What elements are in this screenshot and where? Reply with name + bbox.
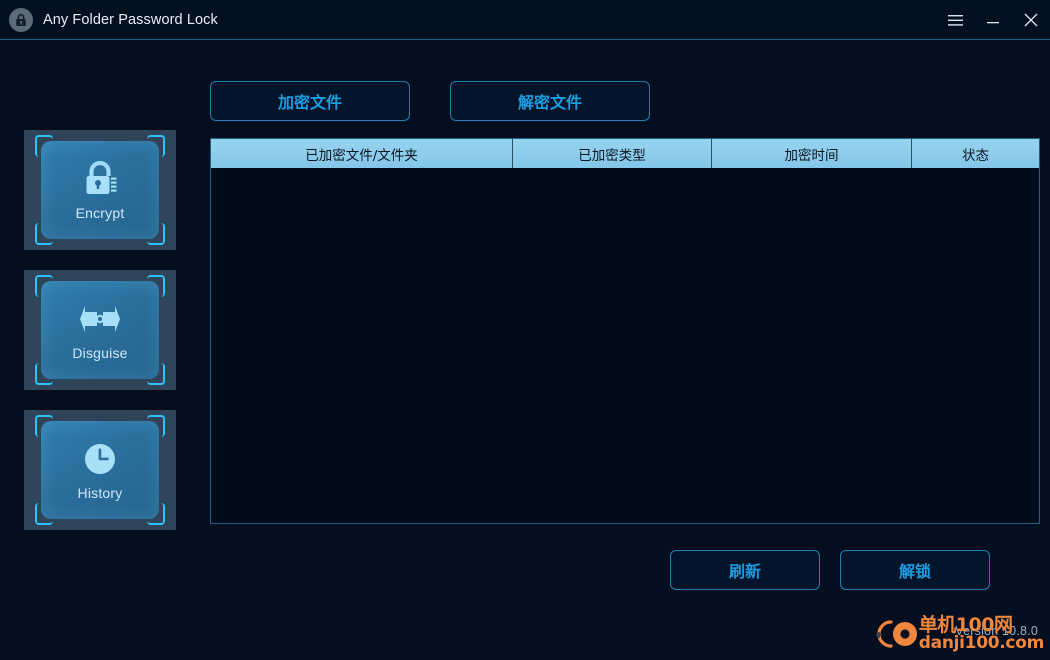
minimize-button[interactable] <box>974 0 1012 40</box>
corner-bracket-icon <box>35 415 53 437</box>
tab-decrypt-file[interactable]: 解密文件 <box>450 81 650 121</box>
corner-bracket-icon <box>147 363 165 385</box>
corner-bracket-icon <box>35 275 53 297</box>
corner-bracket-icon <box>35 135 53 157</box>
app-window: Any Folder Password Lock Encrypt Disguis… <box>0 0 1050 660</box>
sidebar-item-disguise[interactable]: Disguise <box>24 270 176 390</box>
refresh-button[interactable]: 刷新 <box>670 550 820 590</box>
corner-bracket-icon <box>147 275 165 297</box>
close-button[interactable] <box>1012 0 1050 40</box>
unlock-button[interactable]: 解锁 <box>840 550 990 590</box>
danji100-logo-icon <box>865 612 923 656</box>
window-controls <box>936 0 1050 40</box>
title-bar: Any Folder Password Lock <box>0 0 1050 40</box>
padlock-icon <box>83 159 117 199</box>
sidebar: Encrypt Disguise History <box>0 40 200 660</box>
corner-bracket-icon <box>147 135 165 157</box>
table-body-empty[interactable] <box>211 168 1039 523</box>
clock-icon <box>82 439 118 479</box>
sidebar-item-history[interactable]: History <box>24 410 176 530</box>
hamburger-menu-icon <box>947 14 963 26</box>
corner-bracket-icon <box>147 223 165 245</box>
corner-bracket-icon <box>147 415 165 437</box>
app-logo-icon <box>9 7 33 32</box>
sidebar-item-encrypt[interactable]: Encrypt <box>24 130 176 250</box>
column-header-status[interactable]: 状态 <box>912 139 1039 168</box>
corner-bracket-icon <box>147 503 165 525</box>
corner-bracket-icon <box>35 223 53 245</box>
version-label: Version 10.8.0 <box>955 624 1038 638</box>
sidebar-item-label: Encrypt <box>75 205 125 221</box>
sidebar-item-label: Disguise <box>72 345 128 361</box>
column-header-file[interactable]: 已加密文件/文件夹 <box>211 139 513 168</box>
column-header-time[interactable]: 加密时间 <box>712 139 912 168</box>
sidebar-item-label: History <box>77 485 123 501</box>
column-header-type[interactable]: 已加密类型 <box>513 139 712 168</box>
corner-bracket-icon <box>35 503 53 525</box>
mask-swap-icon <box>79 299 121 339</box>
tab-encrypt-file[interactable]: 加密文件 <box>210 81 410 121</box>
corner-bracket-icon <box>35 363 53 385</box>
minimize-icon <box>987 21 999 23</box>
encrypted-items-table: 已加密文件/文件夹 已加密类型 加密时间 状态 <box>210 138 1040 524</box>
close-icon <box>1024 13 1038 27</box>
table-header-row: 已加密文件/文件夹 已加密类型 加密时间 状态 <box>211 139 1039 168</box>
menu-button[interactable] <box>936 0 974 40</box>
window-title: Any Folder Password Lock <box>43 11 218 28</box>
